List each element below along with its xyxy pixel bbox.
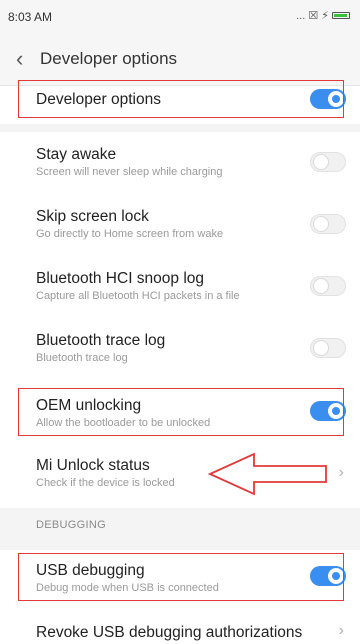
mi-unlock-status-label: Mi Unlock status (36, 457, 150, 474)
page-title: Developer options (40, 49, 178, 68)
stay-awake-subtitle: Screen will never sleep while charging (36, 166, 223, 178)
section-divider (0, 124, 360, 132)
bluetooth-hci-snoop-toggle[interactable] (310, 276, 346, 296)
stay-awake-toggle[interactable] (310, 152, 346, 172)
bluetooth-hci-snoop-subtitle: Capture all Bluetooth HCI packets in a f… (36, 290, 240, 302)
skip-screen-lock-row[interactable]: Skip screen lock Go directly to Home scr… (0, 206, 360, 256)
battery-icon (332, 12, 350, 19)
skip-screen-lock-subtitle: Go directly to Home screen from wake (36, 228, 224, 240)
chevron-right-icon: › (338, 464, 344, 481)
chevron-right-icon: › (338, 622, 344, 639)
bluetooth-trace-log-toggle[interactable] (310, 338, 346, 358)
bluetooth-trace-log-label: Bluetooth trace log (36, 332, 166, 349)
highlight-oem-unlocking (18, 388, 344, 436)
bluetooth-hci-snoop-label: Bluetooth HCI snoop log (36, 270, 205, 287)
bluetooth-trace-log-row[interactable]: Bluetooth trace log Bluetooth trace log (0, 330, 360, 380)
revoke-usb-authorizations-row[interactable]: Revoke USB debugging authorizations › (0, 622, 360, 644)
highlight-developer-options (18, 80, 344, 118)
revoke-usb-authorizations-label: Revoke USB debugging authorizations (36, 624, 303, 641)
status-bar: 8:03 AM ... ☒ ⚡ (0, 0, 360, 34)
annotation-arrow-icon (208, 452, 327, 496)
bluetooth-hci-snoop-row[interactable]: Bluetooth HCI snoop log Capture all Blue… (0, 268, 360, 318)
stay-awake-row[interactable]: Stay awake Screen will never sleep while… (0, 144, 360, 194)
skip-screen-lock-label: Skip screen lock (36, 208, 149, 225)
mi-unlock-status-subtitle: Check if the device is locked (36, 477, 175, 489)
skip-screen-lock-toggle[interactable] (310, 214, 346, 234)
stay-awake-label: Stay awake (36, 146, 117, 163)
app-header: ‹ Developer options (0, 34, 360, 86)
debugging-section-label: DEBUGGING (36, 519, 106, 531)
bluetooth-trace-log-subtitle: Bluetooth trace log (36, 352, 128, 364)
status-indicators: ... ☒ ⚡ (296, 10, 329, 22)
status-icons: ... ☒ ⚡ (296, 9, 350, 22)
status-time: 8:03 AM (8, 10, 53, 24)
back-icon[interactable]: ‹ (16, 45, 40, 73)
highlight-usb-debugging (18, 553, 344, 601)
